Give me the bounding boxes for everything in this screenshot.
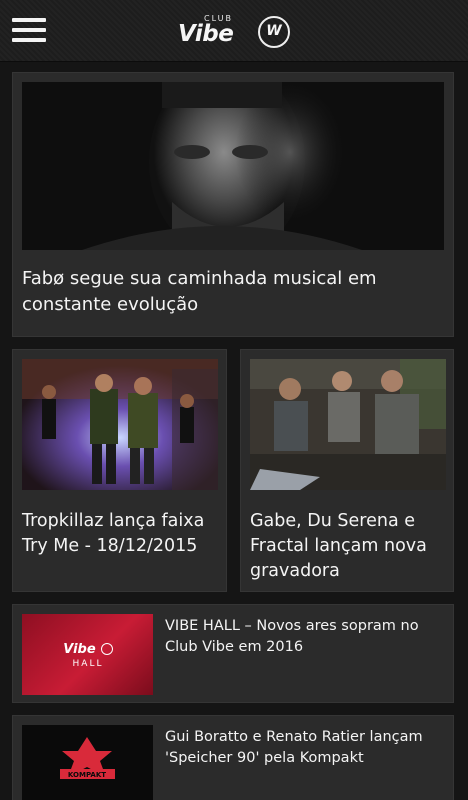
app-header: CLUB Vibe W: [0, 0, 468, 62]
article-title: Gui Boratto e Renato Ratier lançam 'Spei…: [165, 729, 423, 766]
article-card[interactable]: Tropkillaz lança faixa Try Me - 18/12/20…: [12, 349, 227, 592]
menu-line: [12, 38, 46, 42]
article-image: [22, 359, 218, 490]
logo-badge-icon: W: [258, 16, 290, 48]
club-vibe-logo[interactable]: CLUB Vibe W: [178, 10, 290, 52]
vibe-hall-thumbnail: Vibe HALL: [22, 614, 153, 695]
svg-text:KOMPAKT: KOMPAKT: [68, 771, 106, 779]
article-title: VIBE HALL – Novos ares sopram no Club Vi…: [165, 618, 419, 655]
featured-article-image: [22, 82, 444, 250]
article-image: [250, 359, 446, 490]
article-list-item[interactable]: KOMPAKT Gui Boratto e Renato Ratier lanç…: [12, 715, 454, 800]
vibe-hall-logo-icon: Vibe HALL: [58, 638, 118, 672]
menu-line: [12, 18, 46, 22]
featured-article-title: Fabø segue sua caminhada musical em cons…: [22, 268, 377, 315]
menu-line: [12, 28, 46, 32]
kompakt-thumbnail: KOMPAKT: [22, 725, 153, 800]
article-card[interactable]: Gabe, Du Serena e Fractal lançam nova gr…: [240, 349, 454, 592]
article-list-item[interactable]: Vibe HALL VIBE HALL – Novos ares sopram …: [12, 604, 454, 703]
kompakt-logo-icon: KOMPAKT: [60, 737, 115, 779]
featured-article-card[interactable]: Fabø segue sua caminhada musical em cons…: [12, 72, 454, 337]
article-title: Tropkillaz lança faixa Try Me - 18/12/20…: [22, 511, 205, 556]
logo-vibe-text: Vibe: [178, 21, 234, 47]
hamburger-menu-icon[interactable]: [12, 16, 46, 44]
article-title: Gabe, Du Serena e Fractal lançam nova gr…: [250, 511, 427, 581]
